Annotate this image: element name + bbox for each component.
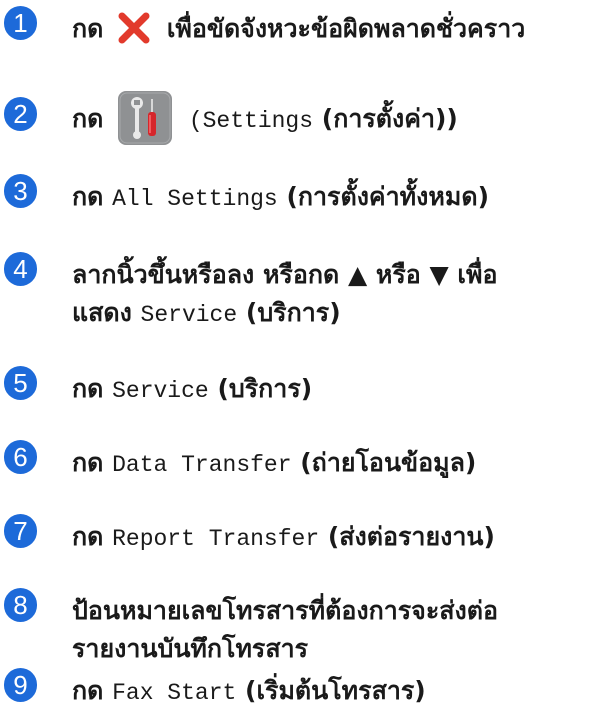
step-text: กด Service (บริการ)	[72, 374, 313, 404]
step-text: ป้อนหมายเลขโทรสารที่ต้องการจะส่งต่อ รายง…	[72, 596, 498, 663]
step-number: 2	[4, 97, 37, 131]
step-text: กด All Settings (การตั้งค่าทั้งหมด)	[72, 182, 489, 212]
step-number: 5	[4, 366, 37, 400]
step-text: ลากนิ้วขึ้นหรือลง หรือกด ▲ หรือ ▼ เพื่อ …	[72, 260, 498, 328]
step-number: 7	[4, 514, 37, 548]
step-text: กด Report Transfer (ส่งต่อรายงาน)	[72, 522, 495, 552]
step-text: กด Data Transfer (ถ่ายโอนข้อมูล)	[72, 448, 477, 478]
step-number: 6	[4, 440, 37, 474]
close-error-icon	[116, 10, 153, 46]
settings-tools-icon	[118, 91, 173, 145]
step-text: กด Fax Start (เริ่มต้นโทรสาร)	[72, 676, 426, 706]
step-number: 4	[4, 252, 37, 286]
step-number: 3	[4, 174, 37, 208]
step-number: 9	[4, 668, 37, 702]
step-text: กด เพื่อขัดจังหวะข้อผิดพลาดชั่วคราว	[72, 10, 594, 48]
step-text: กด (Settings (การตั้งค่า))	[72, 91, 594, 145]
step-number: 8	[4, 588, 37, 622]
step-number: 1	[4, 6, 37, 40]
